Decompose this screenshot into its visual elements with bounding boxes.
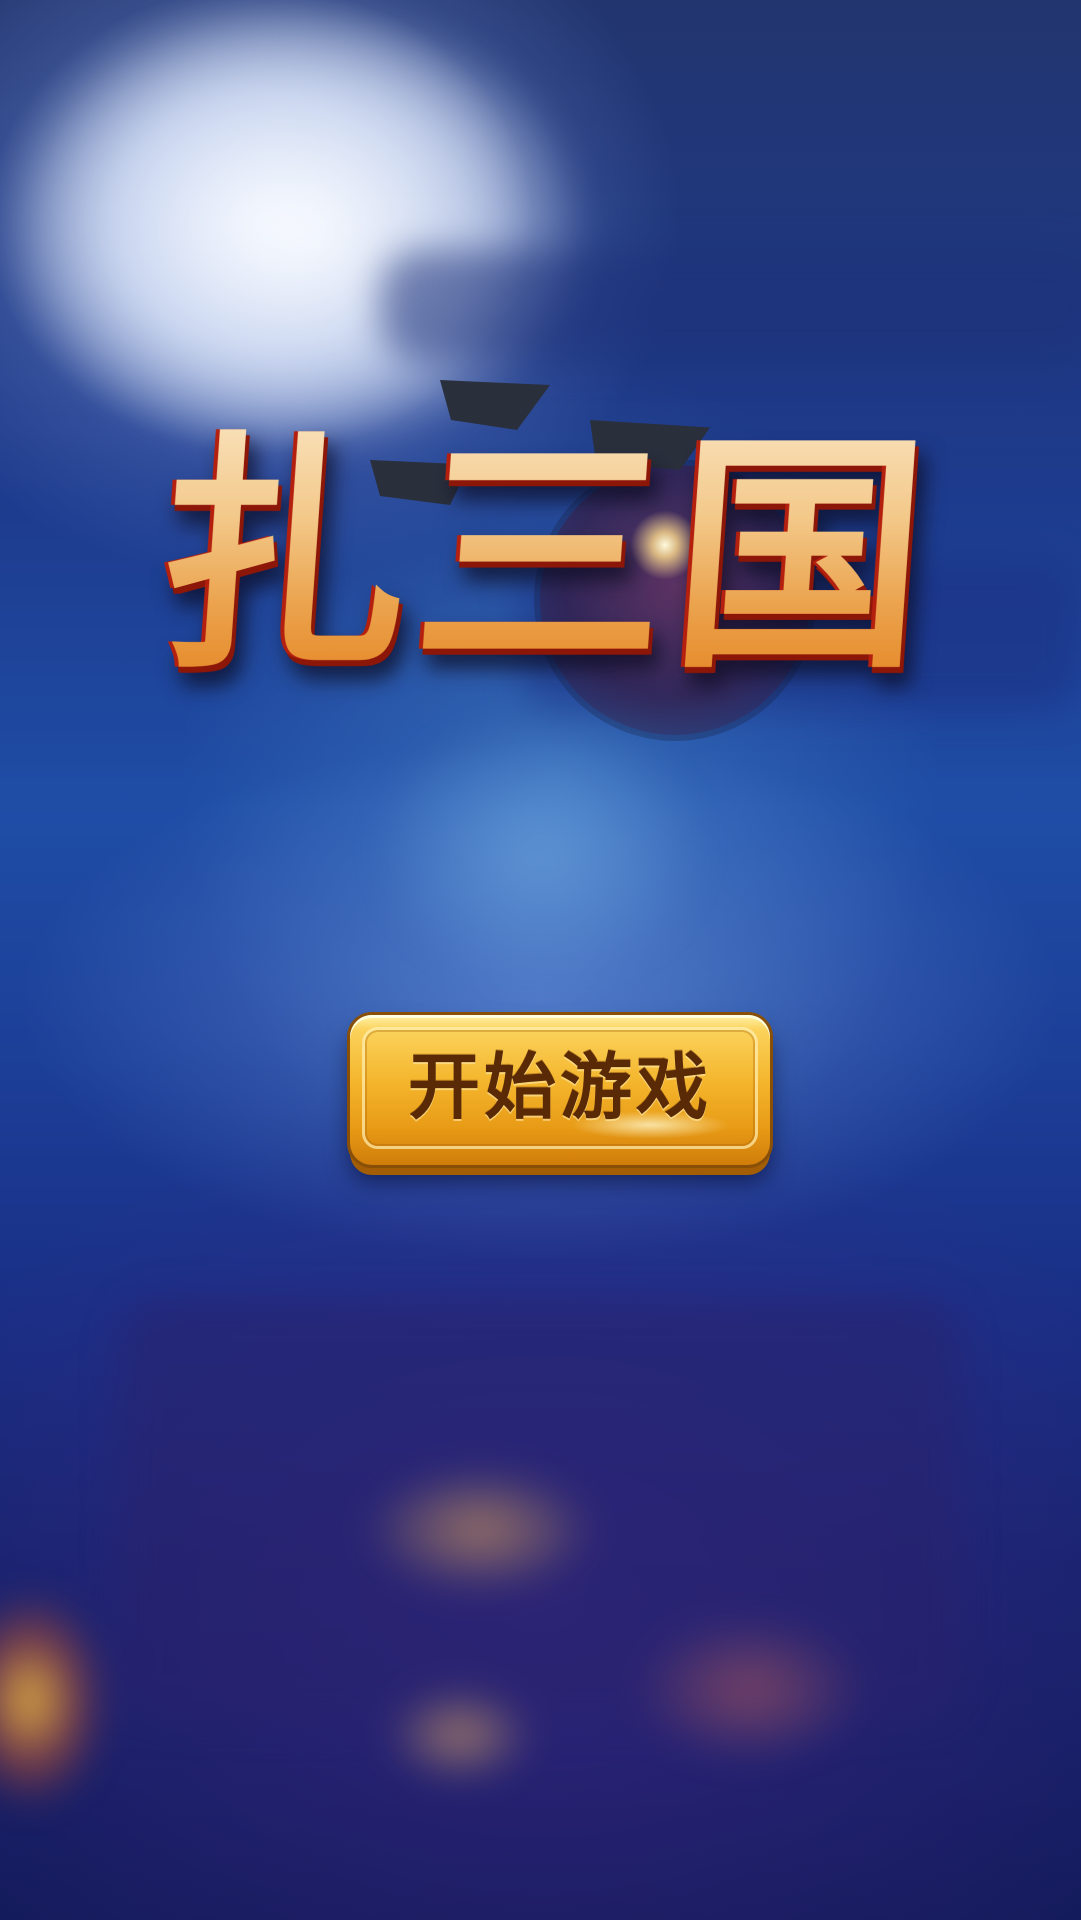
game-title: 扎三国 — [107, 390, 982, 750]
window-glow-center — [370, 1470, 590, 1590]
window-glow-right — [640, 1620, 860, 1760]
start-game-button[interactable]: 开始游戏 — [350, 1015, 770, 1165]
background-scenery — [0, 0, 1081, 1920]
splash-screen: 扎三国 开始游戏 — [0, 0, 1081, 1920]
window-glow-bottom — [390, 1690, 530, 1780]
palace-roof-upper — [380, 250, 1081, 360]
game-logo: 扎三国 — [120, 380, 970, 760]
start-game-button-label: 开始游戏 — [407, 1045, 712, 1129]
lantern-glow-left — [0, 1600, 100, 1800]
